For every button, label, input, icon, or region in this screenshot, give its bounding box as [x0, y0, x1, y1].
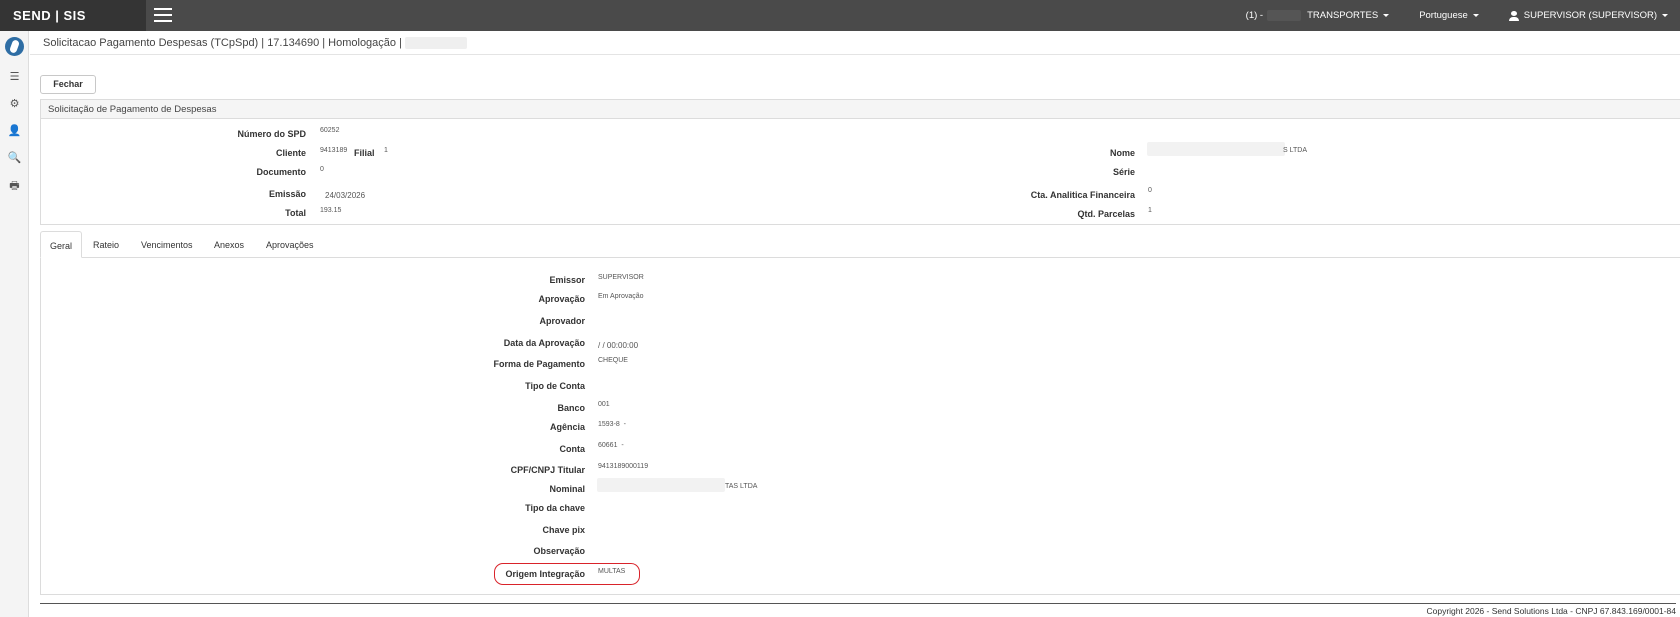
- cpf-cnpj-titular-value: 9413189000119: [598, 463, 649, 470]
- list-icon[interactable]: ☰: [7, 70, 22, 85]
- filial-value: 1: [384, 147, 388, 154]
- nome-value: S LTDA: [1283, 147, 1307, 154]
- nominal-value: TAS LTDA: [725, 483, 758, 490]
- tab-bar: Geral Rateio Vencimentos Anexos Aprovaçõ…: [40, 231, 1680, 258]
- total-value: 193.15: [320, 207, 342, 214]
- tipo-chave-label: Tipo da chave: [525, 503, 585, 513]
- numero-spd-value: 60252: [320, 127, 340, 134]
- annotation-highlight: [494, 563, 640, 585]
- banco-label: Banco: [557, 403, 585, 413]
- emissor-value: SUPERVISOR: [598, 274, 644, 281]
- nome-label: Nome: [1109, 148, 1135, 158]
- serie-label: Série: [1112, 167, 1135, 177]
- cta-analitica-label: Cta. Analitica Financeira: [1030, 190, 1135, 200]
- aprovacao-label: Aprovação: [538, 294, 585, 304]
- tipo-conta-label: Tipo de Conta: [525, 381, 585, 391]
- agencia-value: 1593-8 -: [598, 421, 627, 428]
- observacao-label: Observação: [533, 546, 585, 556]
- total-label: Total: [285, 208, 306, 218]
- redacted-nome: [1147, 142, 1285, 156]
- aprovacao-value: Em Aprovação: [598, 293, 644, 300]
- emissao-label: Emissão: [268, 189, 306, 199]
- spd-header-panel: Solicitação de Pagamento de Despesas: [40, 99, 1680, 225]
- documento-label: Documento: [256, 167, 307, 177]
- tab-content-geral: [40, 258, 1680, 595]
- user-icon: [1508, 10, 1519, 21]
- emissao-value: 24/03/2026: [325, 191, 366, 200]
- data-aprovacao-label: Data da Aprovação: [503, 338, 585, 348]
- brand-logo[interactable]: SEND | SIS: [0, 0, 146, 31]
- language-label: Portuguese: [1419, 10, 1468, 21]
- chave-pix-label: Chave pix: [542, 525, 585, 535]
- tab-geral[interactable]: Geral: [40, 231, 83, 258]
- top-navbar: SEND | SIS (1) - TRANSPORTES Portuguese …: [0, 0, 1680, 31]
- banco-value: 001: [598, 401, 610, 408]
- close-button[interactable]: Fechar: [40, 75, 96, 94]
- cliente-label: Cliente: [275, 148, 306, 158]
- left-sidebar: ☰ ⚙ 👤 🔍 🖶: [0, 31, 29, 617]
- documento-value: 0: [320, 166, 324, 173]
- redacted-nominal: [597, 478, 725, 492]
- conta-value: 60661 -: [598, 442, 624, 449]
- forma-pagamento-label: Forma de Pagamento: [493, 359, 585, 369]
- redacted-environment: [405, 37, 468, 50]
- nominal-label: Nominal: [549, 484, 585, 494]
- hamburger-menu-icon[interactable]: [154, 8, 172, 22]
- copyright-footer: Copyright 2026 - Send Solutions Ltda - C…: [1426, 606, 1677, 616]
- user-name: SUPERVISOR (SUPERVISOR): [1523, 10, 1657, 21]
- data-aprovacao-value: / / 00:00:00: [598, 341, 639, 350]
- tab-anexos[interactable]: Anexos: [214, 231, 244, 258]
- footer-divider: [40, 603, 1676, 604]
- page-title-bar: Solicitacao Pagamento Despesas (TCpSpd) …: [30, 31, 1680, 55]
- company-name: TRANSPORTES: [1307, 10, 1379, 21]
- forma-pagamento-value: CHEQUE: [598, 357, 628, 364]
- qtd-parcelas-value: 1: [1148, 207, 1152, 214]
- aprovador-label: Aprovador: [539, 316, 585, 326]
- tab-vencimentos[interactable]: Vencimentos: [141, 231, 193, 258]
- navbar-right: (1) - TRANSPORTES Portuguese SUPERVISOR …: [1216, 0, 1668, 31]
- page-title: Solicitacao Pagamento Despesas (TCpSpd) …: [43, 37, 402, 49]
- filial-label: Filial: [354, 148, 375, 158]
- company-prefix: (1) -: [1245, 10, 1264, 21]
- cliente-value: 9413189: [320, 147, 348, 154]
- search-icon[interactable]: 🔍: [7, 151, 22, 166]
- cogs-icon[interactable]: ⚙: [7, 97, 22, 112]
- emissor-label: Emissor: [549, 275, 585, 285]
- print-icon[interactable]: 🖶: [7, 179, 22, 194]
- user-dropdown[interactable]: SUPERVISOR (SUPERVISOR): [1508, 10, 1668, 21]
- conta-label: Conta: [559, 444, 586, 454]
- company-dropdown[interactable]: (1) - TRANSPORTES: [1246, 10, 1390, 21]
- chevron-down-icon: [1662, 14, 1668, 17]
- chevron-down-icon: [1472, 14, 1479, 17]
- tab-aprovacoes[interactable]: Aprovações: [266, 231, 314, 258]
- tab-rateio[interactable]: Rateio: [93, 231, 119, 258]
- redacted-company: [1267, 10, 1302, 21]
- cta-analitica-value: 0: [1148, 187, 1152, 194]
- cpf-cnpj-titular-label: CPF/CNPJ Titular: [510, 465, 585, 475]
- language-dropdown[interactable]: Portuguese: [1419, 10, 1479, 21]
- qtd-parcelas-label: Qtd. Parcelas: [1077, 209, 1135, 219]
- app-logo-icon[interactable]: [5, 37, 24, 56]
- numero-spd-label: Número do SPD: [237, 129, 306, 139]
- chevron-down-icon: [1383, 14, 1390, 17]
- add-user-icon[interactable]: 👤: [7, 124, 22, 139]
- agencia-label: Agência: [549, 422, 585, 432]
- panel-title: Solicitação de Pagamento de Despesas: [41, 100, 1680, 119]
